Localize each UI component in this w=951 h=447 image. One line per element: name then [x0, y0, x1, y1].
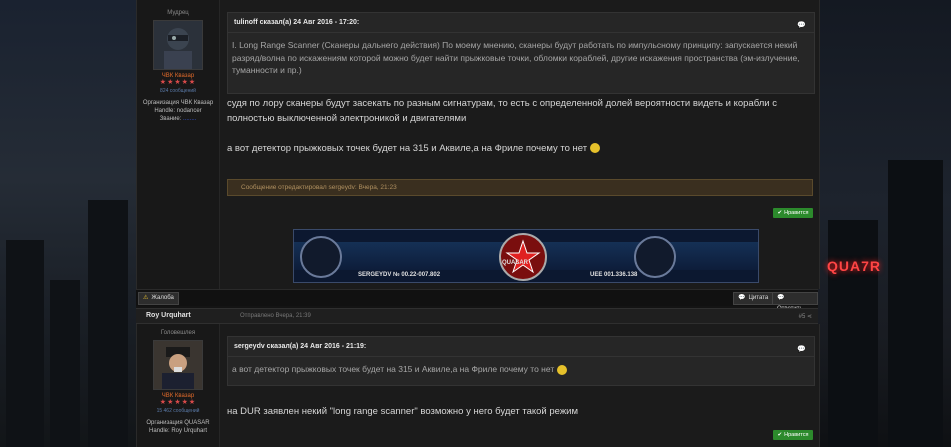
quote-comment-icon[interactable]: 💬	[797, 345, 806, 353]
edited-notice: Сообщение отредактировал sergeydv: Вчера…	[227, 179, 813, 196]
rank-value[interactable]: ........	[183, 116, 196, 122]
post-toolbar: ⚠Жалоба 💬Цитата 💬Ответить	[136, 289, 818, 312]
post-text: на DUR заявлен некий "long range scanner…	[227, 406, 579, 417]
avatar[interactable]	[153, 340, 203, 390]
rating-stars: ★★★★★	[159, 79, 197, 86]
signature-center-emblem	[499, 233, 547, 281]
post-text: судя по лору сканеры будут засекать по р…	[227, 98, 777, 124]
reply-button[interactable]: 💬Ответить	[772, 292, 818, 312]
post-number[interactable]: #5 ⋖	[799, 313, 812, 320]
post-text-2: а вот детектор прыжковых точек будет на …	[227, 141, 813, 156]
handle-line: Handle: Roy Urquhart	[148, 428, 208, 434]
author-meta: Организация QUASAR Handle: Roy Urquhart	[137, 419, 219, 435]
quote-block: tulinoff сказал(а) 24 Авг 2016 - 17:20: …	[227, 12, 815, 94]
author-sidebar: Мудрец ЧВК Квазар ★★★★★ 824 сообщений Ор…	[137, 0, 220, 289]
like-button[interactable]: ✔ Нравится	[773, 430, 813, 440]
author-meta: Организация ЧВК Квазар Handle: nodancer …	[137, 99, 219, 123]
post-author-bar: Roy Urquhart Отправлено Вчера, 21:39 #5 …	[136, 308, 818, 324]
rating-stars: ★★★★★	[159, 399, 197, 406]
smiley-icon	[590, 143, 601, 154]
quote-body: I. Long Range Scanner (Сканеры дальнего …	[228, 32, 814, 77]
warning-icon: ⚠	[143, 295, 149, 301]
signature-banner: SERGEYDV № 00.22-007.802 QUASAR UEE 001.…	[293, 229, 759, 283]
smiley-icon	[557, 364, 568, 375]
post: Головешлея ЧВК Квазар ★★★★★ 15 462 сообщ…	[136, 324, 820, 447]
avatar-image	[154, 21, 202, 69]
signature-right-id: UEE 001.336.138	[590, 272, 638, 278]
report-label: Жалоба	[151, 295, 174, 301]
star-emblem-icon	[505, 239, 541, 274]
post: Мудрец ЧВК Квазар ★★★★★ 824 сообщений Ор…	[136, 0, 820, 289]
post-time: Отправлено Вчера, 21:39	[240, 313, 311, 319]
like-button[interactable]: ✔ Нравится	[773, 208, 813, 218]
quote-body-text: а вот детектор прыжковых точек будет на …	[232, 364, 555, 374]
forum-column: Мудрец ЧВК Квазар ★★★★★ 824 сообщений Ор…	[136, 0, 820, 447]
rank-line: Звание: ........	[137, 115, 219, 123]
quote-header: tulinoff сказал(а) 24 Авг 2016 - 17:20:	[234, 19, 360, 26]
post-number-label: #5	[798, 314, 806, 320]
rank-label: Звание:	[159, 116, 182, 122]
quote-icon: 💬	[738, 295, 746, 301]
signature-center-text: QUASAR	[502, 260, 529, 266]
posts-count: 824 сообщений	[160, 88, 196, 94]
reply-icon: 💬	[777, 295, 785, 301]
background-left-scenery	[0, 0, 136, 447]
check-icon: ✔	[777, 432, 783, 438]
share-icon: ⋖	[806, 314, 812, 320]
report-button[interactable]: ⚠ Жалоба	[138, 292, 179, 305]
avatar-image	[154, 341, 202, 389]
rank-title: Головешлея	[160, 330, 196, 336]
quote-block: sergeydv сказал(а) 24 Авг 2016 - 21:19: …	[227, 336, 815, 386]
neon-sign: QUA7R	[827, 258, 882, 274]
author-name[interactable]: Roy Urquhart	[146, 312, 191, 319]
org-line: Организация ЧВК Квазар	[142, 100, 214, 106]
signature-left-id: SERGEYDV № 00.22-007.802	[358, 272, 441, 278]
signature-right-emblem	[634, 236, 676, 278]
rank-title: Мудрец	[167, 10, 189, 16]
quote-header: sergeydv сказал(а) 24 Авг 2016 - 21:19:	[234, 343, 367, 350]
posts-count: 15 462 сообщений	[156, 408, 200, 414]
quote-body: а вот детектор прыжковых точек будет на …	[228, 356, 814, 376]
avatar[interactable]	[153, 20, 203, 70]
org-line: Организация QUASAR	[146, 420, 210, 426]
check-icon: ✔	[777, 210, 783, 216]
quote-label: Цитата	[748, 295, 769, 301]
background-right-scenery	[818, 0, 951, 447]
post-text-2-content: а вот детектор прыжковых точек будет на …	[227, 143, 588, 154]
quote-comment-icon[interactable]: 💬	[797, 21, 806, 29]
quote-button[interactable]: 💬 Цитата	[733, 292, 774, 305]
like-label: Нравится	[784, 210, 809, 216]
signature-left-emblem	[300, 236, 342, 278]
handle-line: Handle: nodancer	[154, 108, 202, 114]
author-sidebar: Головешлея ЧВК Квазар ★★★★★ 15 462 сообщ…	[137, 324, 220, 447]
like-label: Нравится	[784, 432, 809, 438]
